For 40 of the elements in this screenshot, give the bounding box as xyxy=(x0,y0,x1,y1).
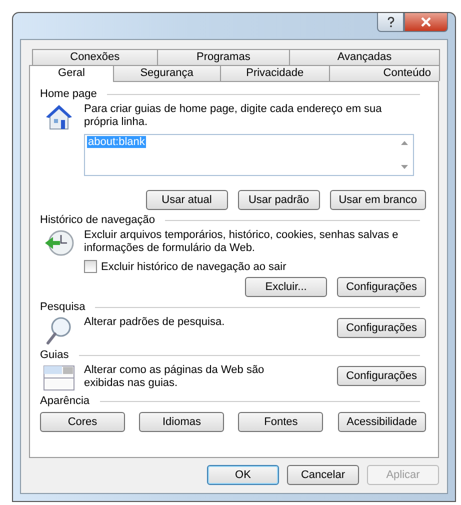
action-button[interactable]: Usar atual xyxy=(146,190,228,210)
tabbed-window-icon xyxy=(43,364,75,392)
tab[interactable]: Privacidade xyxy=(220,65,330,81)
checkbox-label: Excluir histórico de navegação ao sair xyxy=(101,260,286,272)
appearance-button[interactable]: Idiomas xyxy=(139,412,224,432)
description-text: Excluir arquivos temporários, histórico, cookies, senhas salvas e informações de formulário da Web. xyxy=(84,229,400,255)
description-text: Alterar como as páginas da Web são exibidas nas guias. xyxy=(84,364,266,390)
tab[interactable]: Programas xyxy=(156,49,290,65)
dialog-button[interactable]: OK xyxy=(207,465,279,485)
description-text: Para criar guias de home page, digite cada endereço em sua própria linha. xyxy=(84,103,383,129)
house-icon xyxy=(44,103,74,131)
scroll-up-icon[interactable] xyxy=(400,141,408,145)
magnifier-icon xyxy=(45,316,73,346)
appearance-button[interactable]: Cores xyxy=(40,412,125,432)
tab[interactable]: Segurança xyxy=(113,65,221,81)
section-title: Aparência xyxy=(40,395,90,407)
appearance-button[interactable]: Acessibilidade xyxy=(338,412,426,432)
scroll-down-icon[interactable] xyxy=(400,165,408,169)
checkbox[interactable] xyxy=(84,260,97,273)
action-button[interactable]: Usar em branco xyxy=(330,190,426,210)
help-button[interactable] xyxy=(377,13,404,32)
section-title: Histórico de navegação xyxy=(40,214,155,226)
action-button[interactable]: Usar padrão xyxy=(238,190,320,210)
tab[interactable]: Geral xyxy=(29,65,114,82)
settings-button[interactable]: Configurações xyxy=(337,366,426,386)
section-title: Pesquisa xyxy=(40,301,86,313)
tab[interactable]: Conteúdo xyxy=(329,65,440,81)
appearance-button[interactable]: Fontes xyxy=(238,412,324,432)
close-button[interactable] xyxy=(404,13,448,32)
close-icon xyxy=(420,17,432,27)
section-title: Home page xyxy=(40,88,97,100)
tab[interactable]: Avançadas xyxy=(289,49,440,65)
tab[interactable]: Conexões xyxy=(32,49,158,65)
section-title: Guias xyxy=(40,349,69,361)
description-text: Alterar padrões de pesquisa. xyxy=(84,316,225,329)
dialog-button[interactable]: Cancelar xyxy=(287,465,359,485)
action-button[interactable]: Excluir... xyxy=(245,277,328,297)
action-button[interactable]: Configurações xyxy=(337,277,426,297)
clock-icon xyxy=(43,229,75,257)
settings-button[interactable]: Configurações xyxy=(337,318,426,338)
